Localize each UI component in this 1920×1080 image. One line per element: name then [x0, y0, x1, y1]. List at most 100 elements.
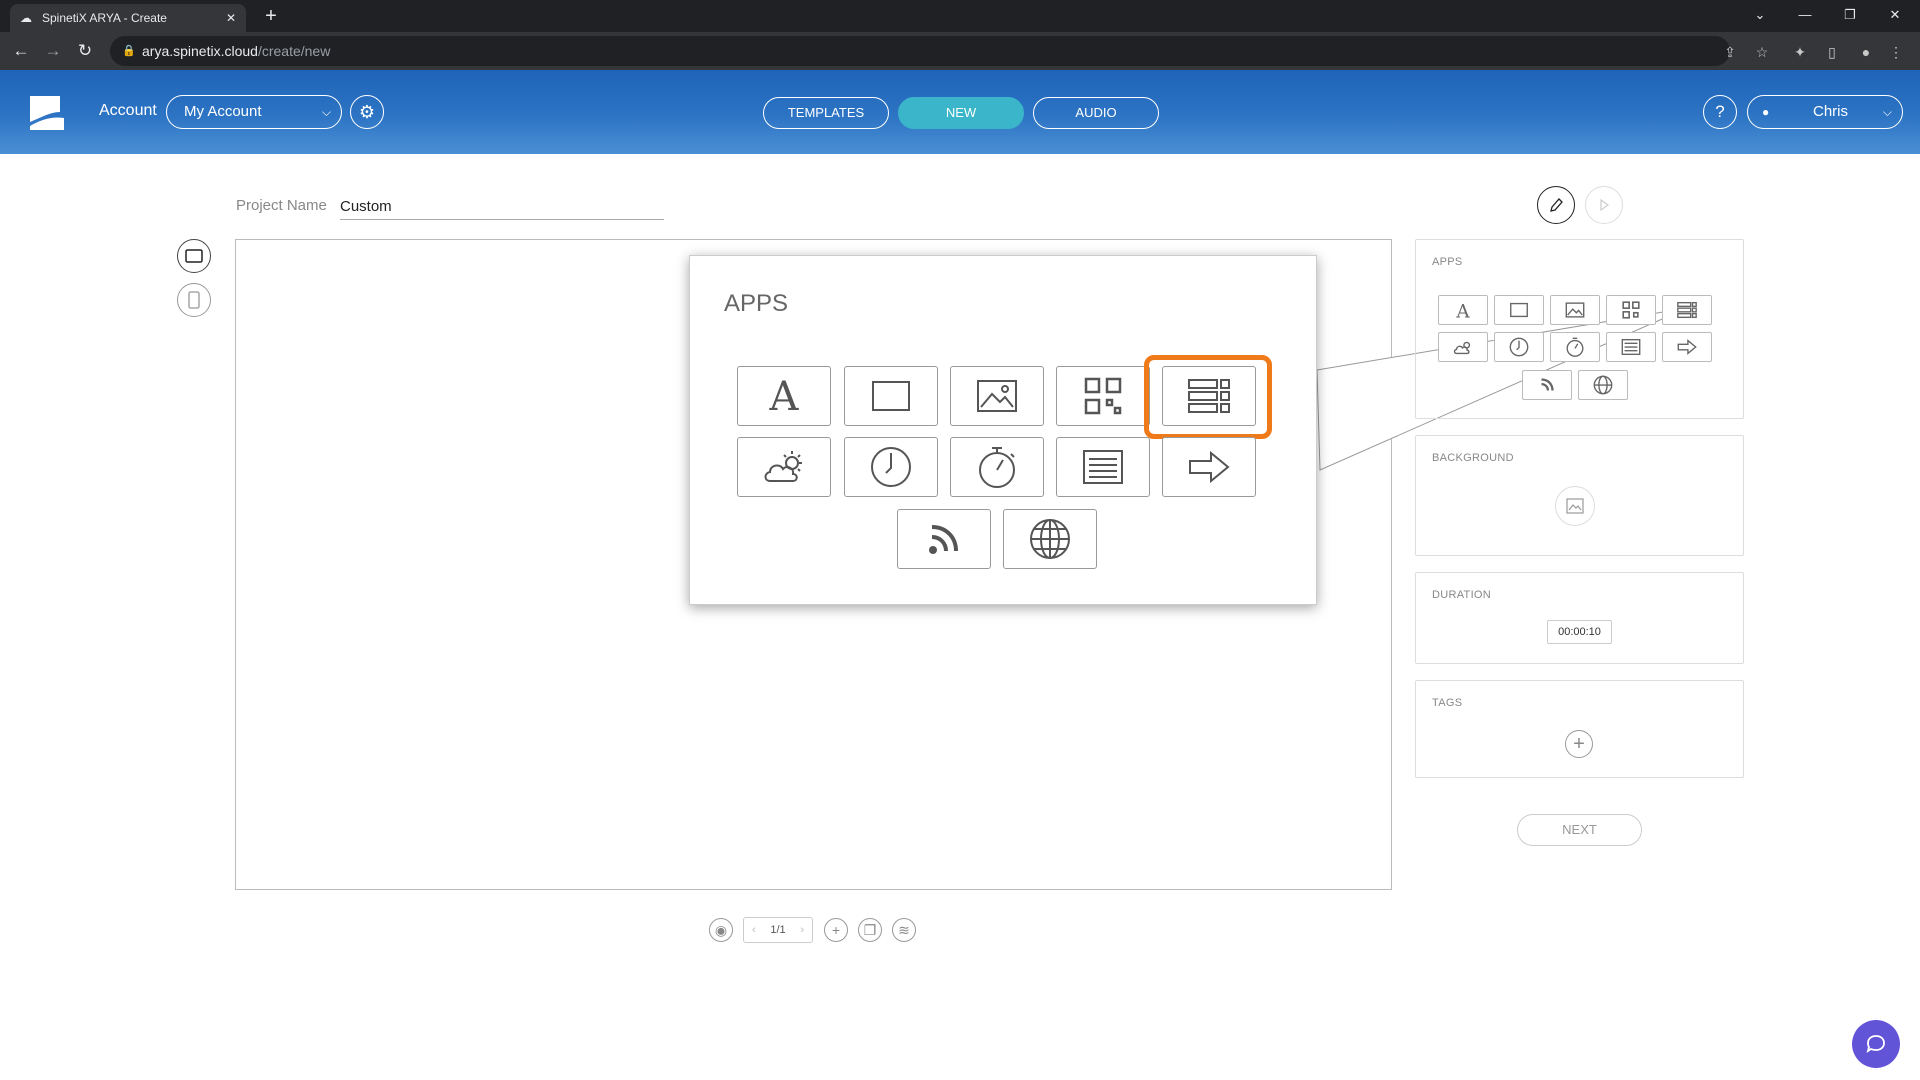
menu-icon[interactable]: ⋮: [1886, 42, 1906, 62]
qrcode-app-button[interactable]: [1606, 295, 1656, 325]
close-tab-icon[interactable]: ✕: [226, 11, 236, 25]
zoom-web-app[interactable]: [1003, 509, 1097, 569]
picture-frame-icon: [1566, 498, 1584, 514]
duration-panel-title: DURATION: [1432, 589, 1492, 601]
countdown-app-button[interactable]: [1550, 332, 1600, 362]
tab-title: SpinetiX ARYA - Create: [42, 11, 167, 25]
lock-icon: 🔒: [122, 45, 136, 57]
bookmark-star-icon[interactable]: ☆: [1752, 42, 1772, 62]
zoom-weather-app[interactable]: [737, 437, 831, 497]
share-icon[interactable]: ⇪: [1720, 42, 1740, 62]
tags-panel-title: TAGS: [1432, 697, 1463, 709]
templates-button[interactable]: TEMPLATES: [763, 97, 889, 129]
copy-icon: ❐: [863, 921, 877, 938]
url-bar[interactable]: 🔒 arya.spinetix.cloud/create/new: [110, 36, 1730, 66]
navigation-app-button[interactable]: [1662, 332, 1712, 362]
user-menu[interactable]: ● Chris ⌵: [1747, 95, 1903, 129]
duration-input[interactable]: 00:00:10: [1547, 620, 1612, 644]
zoom-qrcode-app[interactable]: [1056, 366, 1150, 426]
clock-app-button[interactable]: [1494, 332, 1544, 362]
clock-icon: [871, 447, 911, 487]
forward-icon[interactable]: →: [42, 40, 64, 62]
plus-icon: +: [831, 922, 841, 938]
portrait-button[interactable]: [177, 283, 211, 317]
apps-panel-title: APPS: [1432, 256, 1463, 268]
globe-icon: [1030, 519, 1070, 559]
browser-tab[interactable]: ☁ SpinetiX ARYA - Create ✕: [10, 4, 246, 32]
cloud-icon: ☁: [20, 11, 32, 25]
app-header: Account My Account ⌵ ⚙ TEMPLATES NEW AUD…: [0, 70, 1920, 154]
eye-icon: ◉: [714, 921, 728, 938]
multi-playlist-app-button[interactable]: [1662, 295, 1712, 325]
weather-icon: [764, 451, 802, 482]
url-path: /create/new: [257, 43, 331, 59]
background-picker-button[interactable]: [1555, 486, 1595, 526]
landscape-button[interactable]: [177, 239, 211, 273]
page-settings-button[interactable]: ≋: [892, 918, 916, 942]
page-navigator[interactable]: ‹ 1/1 ›: [743, 917, 813, 943]
next-page-icon[interactable]: ›: [800, 918, 804, 942]
text-list-app-button[interactable]: [1606, 332, 1656, 362]
restore-button[interactable]: ❐: [1830, 4, 1870, 26]
profile-icon[interactable]: ●: [1856, 42, 1876, 62]
new-button[interactable]: NEW: [898, 97, 1024, 129]
edit-button[interactable]: [1537, 186, 1575, 224]
close-window-button[interactable]: ✕: [1875, 4, 1915, 26]
tab-search-icon[interactable]: ⌄: [1740, 4, 1780, 26]
browser-tab-bar: ☁ SpinetiX ARYA - Create ✕ + ⌄ — ❐ ✕: [0, 0, 1920, 32]
zoom-text-list-app[interactable]: [1056, 437, 1150, 497]
spinetix-logo: [30, 96, 64, 130]
user-icon: ●: [1762, 105, 1770, 119]
arrow-right-icon: [1677, 339, 1697, 355]
add-page-button[interactable]: +: [824, 918, 848, 942]
extensions-icon[interactable]: ✦: [1790, 42, 1810, 62]
list-icon: [1621, 338, 1641, 356]
account-label: Account: [99, 102, 157, 119]
settings-gear-button[interactable]: ⚙: [350, 95, 384, 129]
chat-support-button[interactable]: [1852, 1020, 1900, 1068]
audio-button[interactable]: AUDIO: [1033, 97, 1159, 129]
rectangle-icon: [872, 381, 910, 411]
qrcode-icon: [1084, 377, 1122, 415]
svg-text:A: A: [1455, 301, 1470, 321]
pencil-icon: [1550, 198, 1563, 212]
project-name-input[interactable]: [340, 193, 664, 220]
list-icon: [1083, 450, 1123, 484]
add-tag-button[interactable]: +: [1565, 730, 1593, 758]
duplicate-page-button[interactable]: ❐: [858, 918, 882, 942]
account-select[interactable]: My Account ⌵: [166, 95, 342, 129]
rss-app-button[interactable]: [1522, 370, 1572, 400]
web-app-button[interactable]: [1578, 370, 1628, 400]
svg-text:A: A: [769, 374, 800, 420]
reload-icon[interactable]: ↻: [74, 40, 96, 62]
next-button[interactable]: NEXT: [1517, 814, 1642, 846]
zoom-text-app[interactable]: A: [737, 366, 831, 426]
zoom-countdown-app[interactable]: [950, 437, 1044, 497]
preview-button[interactable]: [1585, 186, 1623, 224]
clock-icon: [1509, 337, 1529, 357]
help-button[interactable]: ?: [1703, 95, 1737, 129]
back-icon[interactable]: ←: [10, 40, 32, 62]
zoom-image-app[interactable]: [950, 366, 1044, 426]
minimize-button[interactable]: —: [1785, 4, 1825, 26]
new-tab-button[interactable]: +: [260, 6, 282, 28]
rss-icon: [1541, 378, 1554, 391]
zoom-rss-app[interactable]: [897, 509, 991, 569]
layers-button[interactable]: ◉: [709, 918, 733, 942]
text-app-button[interactable]: A: [1438, 295, 1488, 325]
highlight-frame: [1144, 355, 1272, 439]
timer-icon: [979, 447, 1015, 488]
zoom-navigation-app[interactable]: [1162, 437, 1256, 497]
shape-app-button[interactable]: [1494, 295, 1544, 325]
weather-icon: [1453, 341, 1471, 355]
prev-page-icon[interactable]: ‹: [752, 918, 756, 942]
zoom-apps-title: APPS: [724, 290, 789, 317]
sidepanel-icon[interactable]: ▯: [1822, 42, 1842, 62]
zoom-shape-app[interactable]: [844, 366, 938, 426]
image-app-button[interactable]: [1550, 295, 1600, 325]
tags-panel: TAGS +: [1415, 680, 1744, 778]
weather-app-button[interactable]: [1438, 332, 1488, 362]
page-indicator: 1/1: [770, 924, 786, 936]
zoom-clock-app[interactable]: [844, 437, 938, 497]
portrait-icon: [188, 291, 200, 309]
